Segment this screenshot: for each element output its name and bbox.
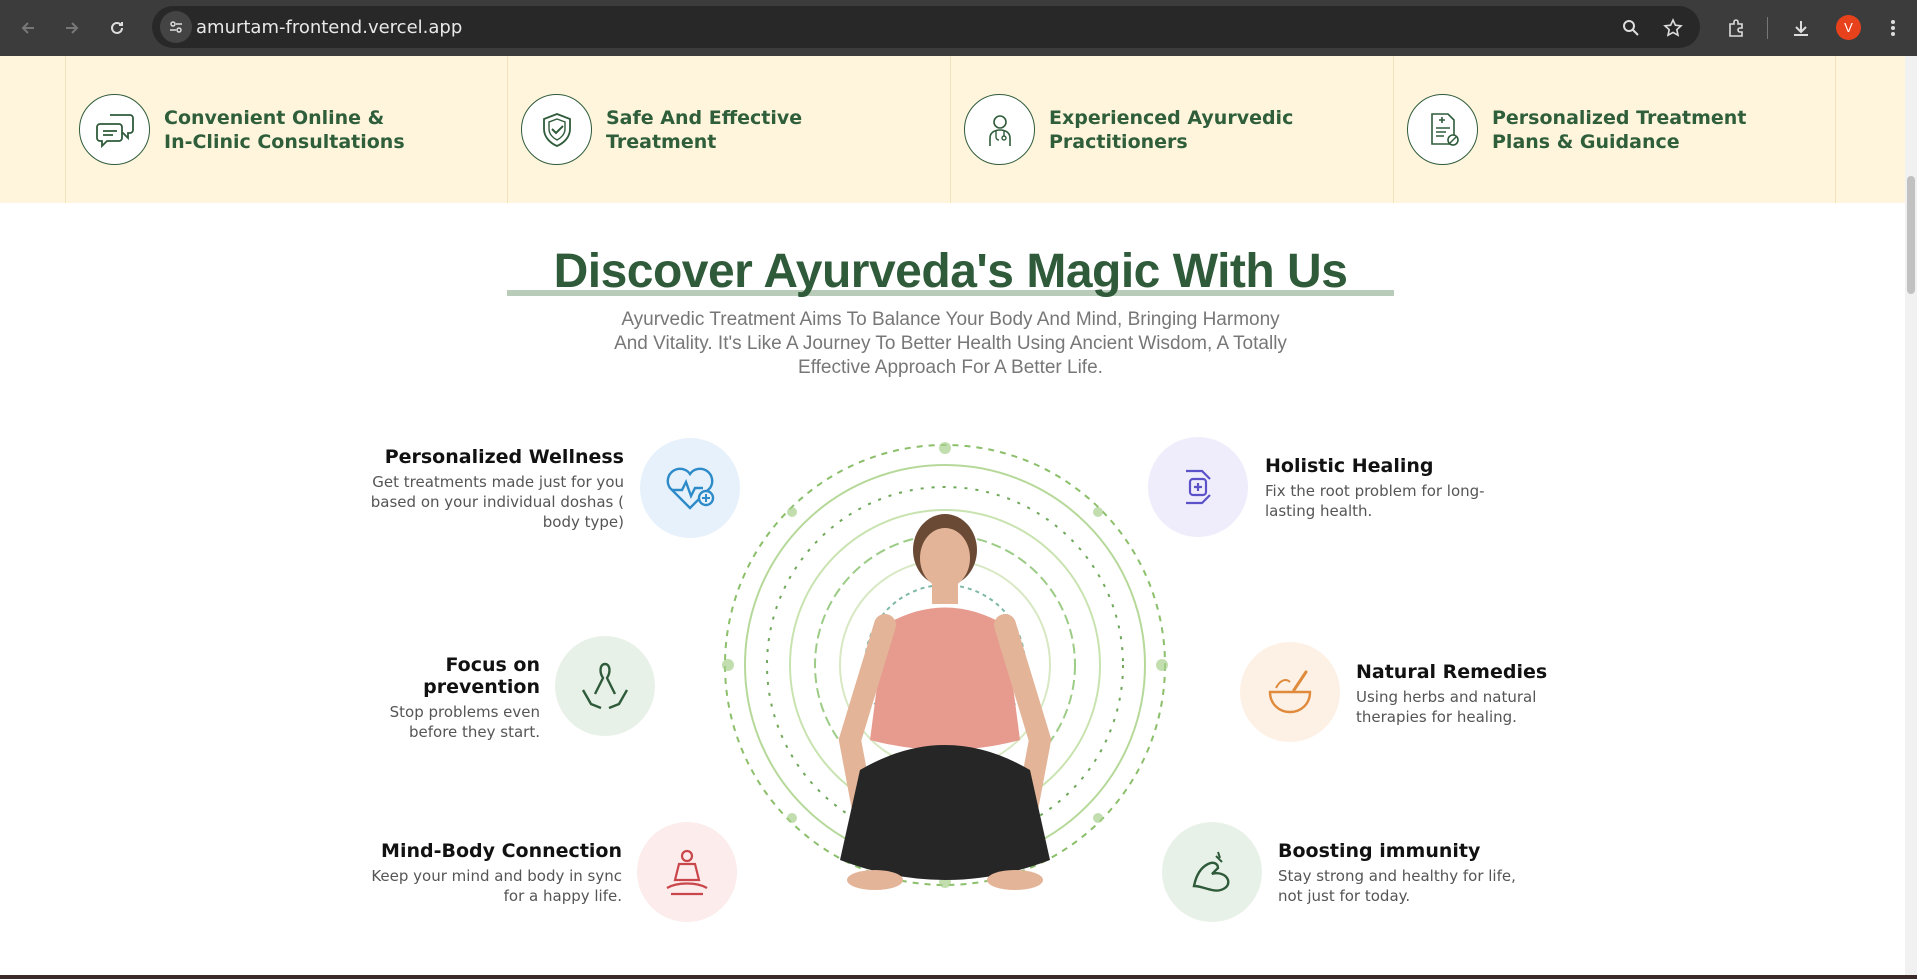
benefit-description: Keep your mind and body in sync for a ha…	[371, 867, 622, 905]
browser-toolbar: amurtam-frontend.vercel.app V	[0, 0, 1917, 56]
shield-check-icon	[521, 94, 592, 165]
benefit-description: Using herbs and natural therapies for he…	[1356, 688, 1537, 726]
ribbon-hands-icon	[555, 636, 655, 736]
doctor-icon	[964, 94, 1035, 165]
benefit-title: Natural Remedies	[1356, 661, 1548, 683]
hands-cross-icon	[1148, 437, 1248, 537]
mortar-pestle-icon	[1240, 642, 1340, 742]
benefit-description: Get treatments made just for you based o…	[370, 473, 624, 531]
benefit-title: Mind-Body Connection	[381, 840, 622, 862]
benefit-natural-remedies: Natural Remedies Using herbs and natural…	[1356, 661, 1556, 727]
benefit-focus-on-prevention: Focus on prevention Stop problems even b…	[340, 654, 540, 742]
feature-card-consultations: Convenient Online & In-Clinic Consultatio…	[65, 56, 507, 203]
benefit-boosting-immunity: Boosting immunity Stay strong and health…	[1278, 840, 1518, 906]
feature-card-personalized-plans: Personalized Treatment Plans & Guidance	[1393, 56, 1836, 203]
toolbar-separator	[1767, 17, 1768, 39]
meditation-icon	[637, 822, 737, 922]
benefit-title: Boosting immunity	[1278, 840, 1481, 862]
feature-card-practitioners: Experienced Ayurvedic Practitioners	[950, 56, 1393, 203]
scrollbar-thumb[interactable]	[1907, 176, 1915, 294]
feature-label: Experienced Ayurvedic Practitioners	[1049, 106, 1294, 153]
feature-label: Safe And Effective Treatment	[606, 106, 803, 153]
feature-label: Personalized Treatment Plans & Guidance	[1492, 106, 1747, 153]
site-info-icon[interactable]	[160, 11, 192, 43]
benefit-description: Stop problems even before they start.	[389, 703, 540, 741]
back-icon[interactable]	[12, 12, 44, 44]
reload-icon[interactable]	[101, 12, 133, 44]
section-title: Discover Ayurveda's Magic With Us	[553, 245, 1348, 298]
profile-avatar[interactable]: V	[1836, 15, 1861, 40]
zoom-icon[interactable]	[1617, 14, 1645, 42]
meditation-illustration	[722, 442, 1168, 890]
benefit-title: Holistic Healing	[1265, 455, 1434, 477]
extensions-icon[interactable]	[1722, 14, 1750, 42]
chat-bubbles-icon	[79, 94, 150, 165]
arm-muscle-icon	[1162, 822, 1262, 922]
benefit-title: Personalized Wellness	[384, 446, 624, 468]
benefit-title: Focus on prevention	[423, 654, 540, 698]
benefit-personalized-wellness: Personalized Wellness Get treatments mad…	[360, 446, 624, 532]
url-text[interactable]: amurtam-frontend.vercel.app	[196, 17, 462, 38]
benefit-description: Stay strong and healthy for life, not ju…	[1278, 867, 1516, 905]
benefit-mind-body-connection: Mind-Body Connection Keep your mind and …	[370, 840, 622, 906]
heart-pulse-icon	[640, 438, 740, 538]
bookmark-star-icon[interactable]	[1659, 14, 1687, 42]
feature-card-safe-treatment: Safe And Effective Treatment	[507, 56, 950, 203]
feature-label: Convenient Online & In-Clinic Consultatio…	[164, 106, 405, 153]
forward-icon[interactable]	[56, 12, 88, 44]
window-bottom-edge	[0, 975, 1917, 979]
download-icon[interactable]	[1787, 14, 1815, 42]
benefit-holistic-healing: Holistic Healing Fix the root problem fo…	[1265, 455, 1495, 521]
benefit-description: Fix the root problem for long-lasting he…	[1265, 482, 1485, 520]
prescription-icon	[1407, 94, 1478, 165]
menu-kebab-icon[interactable]	[1879, 14, 1907, 42]
section-subtitle: Ayurvedic Treatment Aims To Balance Your…	[614, 309, 1287, 378]
